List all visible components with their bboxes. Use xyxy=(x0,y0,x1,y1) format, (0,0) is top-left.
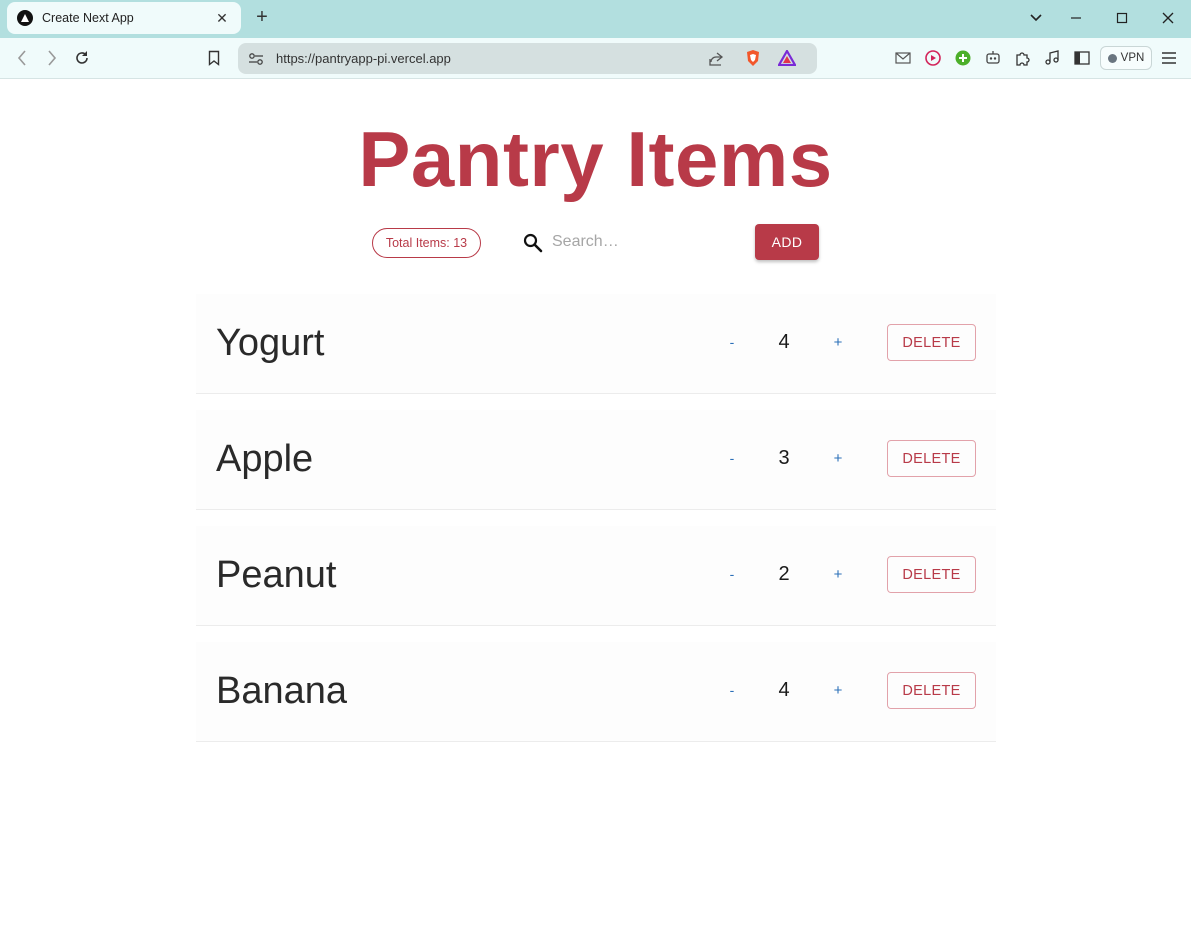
maximize-icon[interactable] xyxy=(1112,8,1132,28)
decrement-button[interactable]: - xyxy=(726,682,738,698)
back-icon[interactable] xyxy=(12,48,32,68)
increment-button[interactable]: + xyxy=(831,334,845,351)
extensions-puzzle-icon[interactable] xyxy=(1012,48,1032,68)
menu-icon[interactable] xyxy=(1159,48,1179,68)
minimize-icon[interactable] xyxy=(1066,8,1086,28)
share-icon[interactable] xyxy=(706,49,726,69)
pantry-item-row: Apple - 3 + DELETE xyxy=(196,410,996,510)
page-title: Pantry Items xyxy=(358,115,833,203)
browser-toolbar: https://pantryapp-pi.vercel.app VPN xyxy=(0,38,1191,79)
forward-icon[interactable] xyxy=(42,48,62,68)
pantry-item-row: Peanut - 2 + DELETE xyxy=(196,526,996,626)
item-quantity: 4 xyxy=(778,331,790,353)
item-quantity: 4 xyxy=(778,679,790,701)
delete-button[interactable]: DELETE xyxy=(887,556,976,593)
brave-rewards-icon[interactable] xyxy=(777,48,797,68)
mail-icon[interactable] xyxy=(893,48,913,68)
url-text: https://pantryapp-pi.vercel.app xyxy=(276,51,451,66)
search-icon xyxy=(522,232,544,254)
total-items-chip: Total Items: 13 xyxy=(372,228,481,258)
vpn-status-icon xyxy=(1107,53,1117,63)
close-window-icon[interactable] xyxy=(1158,8,1178,28)
nextjs-favicon-icon xyxy=(17,10,33,26)
delete-button[interactable]: DELETE xyxy=(887,440,976,477)
robot-extension-icon[interactable] xyxy=(983,48,1003,68)
tab-title: Create Next App xyxy=(42,11,134,25)
vpn-button[interactable]: VPN xyxy=(1100,46,1152,70)
pantry-list: Yogurt - 4 + DELETE Apple - 3 + DELETE P… xyxy=(196,294,996,758)
increment-button[interactable]: + xyxy=(831,450,845,467)
increment-button[interactable]: + xyxy=(831,566,845,583)
new-tab-button[interactable]: + xyxy=(252,7,272,27)
pantry-item-row: Yogurt - 4 + DELETE xyxy=(196,294,996,394)
item-quantity: 2 xyxy=(778,563,790,585)
address-bar[interactable]: https://pantryapp-pi.vercel.app xyxy=(238,43,817,74)
item-name: Apple xyxy=(216,438,314,480)
tab-search-chevron-icon[interactable] xyxy=(1026,8,1046,28)
browser-titlebar: Create Next App ✕ + xyxy=(0,0,1191,38)
page-content: Pantry Items Total Items: 13 ADD Yogurt … xyxy=(0,80,1191,926)
bookmark-icon[interactable] xyxy=(204,48,224,68)
pantry-item-row: Banana - 4 + DELETE xyxy=(196,642,996,742)
decrement-button[interactable]: - xyxy=(726,450,738,466)
reload-icon[interactable] xyxy=(72,48,92,68)
vpn-label: VPN xyxy=(1120,52,1145,64)
delete-button[interactable]: DELETE xyxy=(887,324,976,361)
site-settings-icon[interactable] xyxy=(246,49,266,69)
sidebar-toggle-icon[interactable] xyxy=(1072,48,1092,68)
item-name: Yogurt xyxy=(216,322,325,364)
brave-shields-icon[interactable] xyxy=(743,48,763,68)
increment-button[interactable]: + xyxy=(831,682,845,699)
search-input[interactable] xyxy=(552,230,742,254)
decrement-button[interactable]: - xyxy=(726,566,738,582)
browser-tab[interactable]: Create Next App ✕ xyxy=(7,2,241,34)
player-extension-icon[interactable] xyxy=(923,48,943,68)
music-icon[interactable] xyxy=(1042,48,1062,68)
decrement-button[interactable]: - xyxy=(726,334,738,350)
add-button[interactable]: ADD xyxy=(755,224,819,260)
item-quantity: 3 xyxy=(778,447,790,469)
add-extension-icon[interactable] xyxy=(953,48,973,68)
delete-button[interactable]: DELETE xyxy=(887,672,976,709)
item-name: Banana xyxy=(216,670,348,712)
tab-close-icon[interactable]: ✕ xyxy=(213,10,231,27)
item-name: Peanut xyxy=(216,554,337,596)
